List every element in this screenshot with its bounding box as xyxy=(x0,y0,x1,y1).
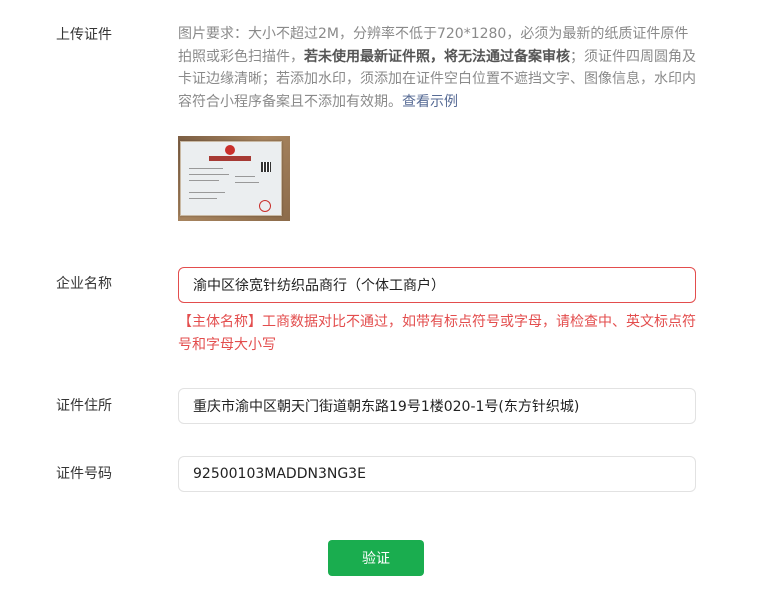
address-label: 证件住所 xyxy=(56,398,112,414)
emblem-icon xyxy=(225,145,235,155)
verify-button[interactable]: 验证 xyxy=(328,540,424,576)
certificate-line xyxy=(189,180,219,181)
certificate-thumbnail[interactable] xyxy=(178,136,290,221)
certificate-title-bar xyxy=(209,156,251,161)
view-example-link[interactable]: 查看示例 xyxy=(402,94,458,110)
upload-hint-warning: 若未使用最新证件照，将无法通过备案审核 xyxy=(304,48,570,65)
company-name-error: 【主体名称】工商数据对比不通过，如带有标点符号或字母，请检查中、英文标点符号和字… xyxy=(178,314,696,353)
address-input[interactable] xyxy=(178,388,696,424)
company-name-label: 企业名称 xyxy=(56,276,112,292)
cert-number-input[interactable] xyxy=(178,456,696,492)
cert-number-label: 证件号码 xyxy=(56,466,112,482)
certificate-line xyxy=(189,168,223,169)
upload-label: 上传证件 xyxy=(56,27,112,43)
certificate-line xyxy=(189,192,225,193)
qr-code-icon xyxy=(261,162,271,172)
certificate-line xyxy=(189,174,229,175)
stamp-icon xyxy=(259,200,271,212)
certificate-line xyxy=(235,182,259,183)
company-name-input[interactable] xyxy=(178,267,696,303)
certificate-paper xyxy=(180,141,282,216)
certificate-line xyxy=(189,198,217,199)
upload-hint: 图片要求：大小不超过2M，分辨率不低于720*1280，必须为最新的纸质证件原件… xyxy=(178,23,698,113)
certificate-line xyxy=(235,176,255,177)
